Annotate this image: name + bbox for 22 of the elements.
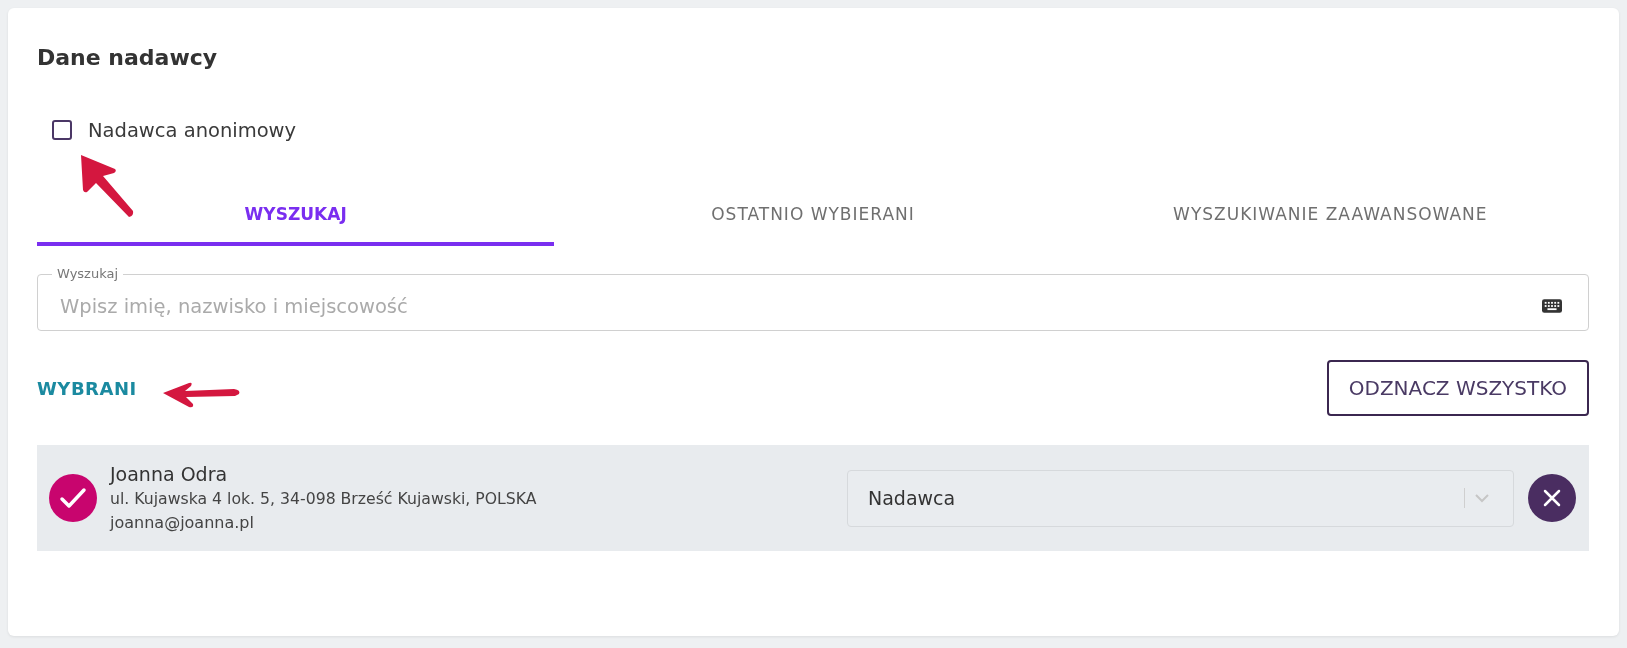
person-address: ul. Kujawska 4 lok. 5, 34-098 Brześć Kujawski, POLSKA: [110, 488, 537, 510]
role-dropdown[interactable]: Nadawca: [847, 469, 1514, 527]
person-name: Joanna Odra: [110, 462, 228, 487]
check-circle-icon[interactable]: [49, 474, 97, 522]
keyboard-icon[interactable]: [1542, 299, 1562, 313]
checkbox-label[interactable]: Nadawca anonimowy: [88, 118, 297, 142]
remove-button[interactable]: [1528, 474, 1576, 522]
selected-heading: WYBRANI: [37, 377, 137, 399]
checkbox[interactable]: [52, 120, 72, 140]
tab[interactable]: WYSZUKAJ: [37, 185, 555, 246]
tab[interactable]: WYSZUKIWANIE ZAAWANSOWANE: [1071, 185, 1589, 246]
close-icon: [1543, 489, 1561, 507]
annotation-arrow-icon: [78, 152, 135, 219]
search-field-label: Wyszukaj: [56, 266, 120, 282]
chevron-down-icon: [1475, 493, 1489, 503]
tab[interactable]: OSTATNIO WYBIERANI: [554, 185, 1072, 246]
section-title: Dane nadawcy: [37, 44, 218, 72]
search-input[interactable]: Wpisz imię, nazwisko i miejscowość: [60, 283, 1530, 329]
deselect-all-button[interactable]: ODZNACZ WSZYSTKO: [1326, 360, 1589, 416]
search-field[interactable]: Wyszukaj Wpisz imię, nazwisko i miejscowość: [37, 266, 1589, 331]
annotation-arrow-icon: [161, 382, 241, 408]
person-email: joanna@joanna.pl: [110, 512, 254, 534]
